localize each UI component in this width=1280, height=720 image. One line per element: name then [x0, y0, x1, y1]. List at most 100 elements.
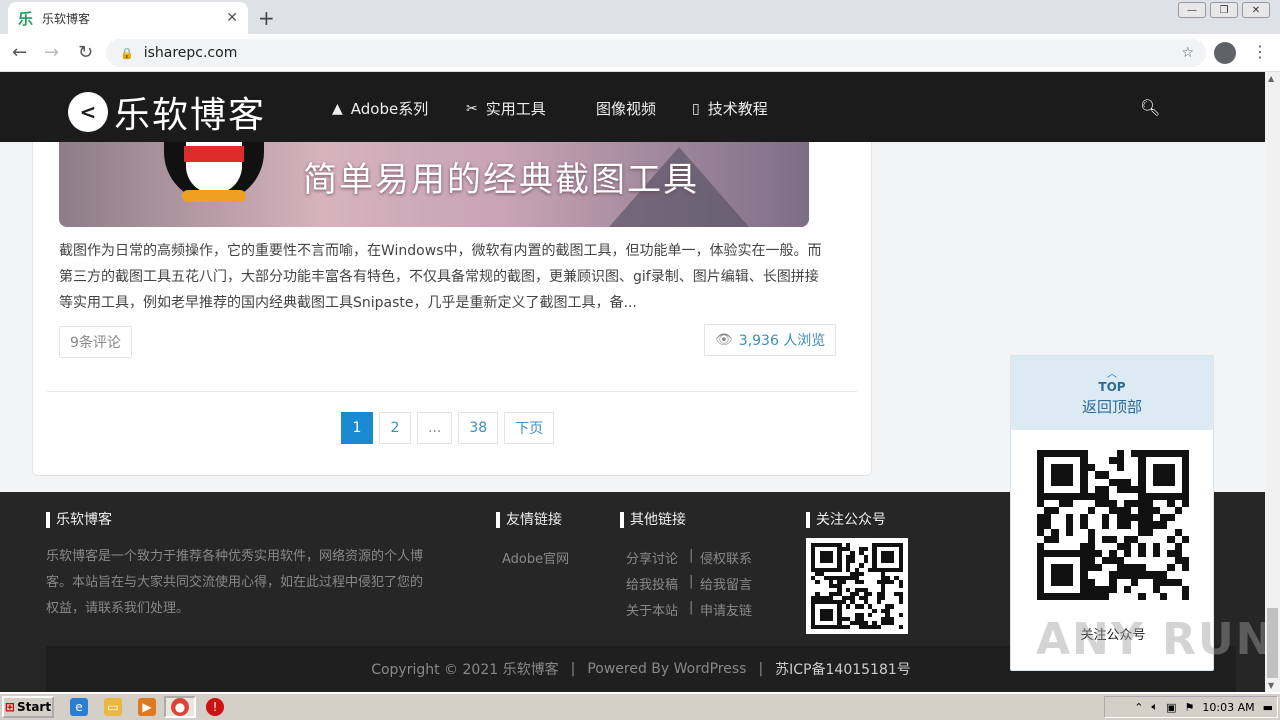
show-desktop-icon[interactable]: ▬: [1263, 701, 1273, 714]
penguin-image: [164, 142, 264, 202]
lock-icon: 🔒: [120, 46, 134, 60]
footer-about-text: 乐软博客是一个致力于推荐各种优秀实用软件，网络资源的个人博客。本站旨在与大家共同…: [46, 549, 424, 616]
back-to-top-button[interactable]: ︿ TOP 返回顶部: [1011, 356, 1213, 430]
site-header: < 乐软博客 ▲ Adobe系列 ✂ 实用工具 图像视频 ▯ 技术教程 🔍︎: [0, 72, 1265, 142]
close-window-button[interactable]: ✕: [1242, 2, 1270, 18]
top-label: TOP: [1098, 379, 1126, 394]
comments-badge[interactable]: 9条评论: [59, 326, 132, 358]
article-excerpt: 截图作为日常的高频操作，它的重要性不言而喻，在Windows中，微软有内置的截图…: [59, 243, 822, 311]
site-logo[interactable]: < 乐软博客: [68, 86, 266, 138]
account-icon[interactable]: [1214, 42, 1236, 64]
footer-other-title: 其他链接: [620, 512, 686, 528]
share-icon: <: [68, 92, 108, 132]
nav-item-adobe[interactable]: ▲ Adobe系列: [332, 98, 428, 119]
page-button-2[interactable]: 2: [379, 412, 411, 444]
footer-separator: |: [689, 548, 694, 563]
back-to-top-label: 返回顶部: [1081, 397, 1142, 416]
browser-toolbar: ← → ↻ 🔒 isharepc.com ☆ ⋮: [0, 34, 1280, 72]
footer-separator: |: [689, 574, 694, 589]
tools-icon: ✂: [466, 100, 478, 117]
chrome-taskbar-button[interactable]: ●: [164, 696, 196, 718]
divider: [47, 391, 857, 392]
pagination: 1 2 ... 38 下页: [341, 412, 555, 444]
footer-link[interactable]: 申请友链: [700, 600, 752, 619]
footer-follow-title: 关注公众号: [806, 512, 886, 528]
page-button-1[interactable]: 1: [341, 412, 373, 444]
menu-kebab-icon[interactable]: ⋮: [1252, 42, 1268, 61]
qr-grid: [811, 543, 903, 629]
scroll-down-icon[interactable]: ▼: [1268, 681, 1274, 690]
article-card: 简单易用的经典截图工具 截图作为日常的高频操作，它的重要性不言而喻，在Windo…: [32, 142, 872, 476]
qr-grid: [1037, 450, 1189, 600]
nav-label: 图像视频: [596, 100, 657, 118]
flag-icon[interactable]: ⚑: [1185, 701, 1195, 714]
favicon-icon: 乐: [18, 9, 34, 28]
footer-link[interactable]: 分享讨论: [626, 548, 678, 567]
powered-by-text[interactable]: Powered By WordPress: [587, 661, 746, 677]
footer-link[interactable]: 侵权联系: [700, 548, 752, 567]
start-label: Start: [16, 700, 52, 714]
footer-friends-title: 友情链接: [496, 512, 562, 528]
nav-item-tools[interactable]: ✂ 实用工具: [466, 98, 546, 119]
browser-tab-bar: 乐 乐软博客 ✕ + — ❐ ✕: [0, 0, 1280, 34]
new-tab-button[interactable]: +: [258, 6, 275, 30]
browser-tab[interactable]: 乐 乐软博客 ✕: [8, 2, 248, 34]
footer-link[interactable]: 关于本站: [626, 600, 678, 619]
chevron-up-icon: ︿: [1107, 368, 1117, 380]
nav-item-tutorials[interactable]: ▯ 技术教程: [692, 98, 768, 119]
url-text: isharepc.com: [143, 45, 238, 61]
anyrun-watermark: ANY RUN: [1036, 614, 1275, 665]
icp-license-link[interactable]: 苏ICP备14015181号: [775, 659, 911, 679]
page-scrollbar[interactable]: ▲ ▼: [1265, 72, 1280, 692]
restore-button[interactable]: ❐: [1210, 2, 1238, 18]
tab-title: 乐软博客: [42, 11, 91, 26]
page-button-38[interactable]: 38: [458, 412, 499, 444]
forward-arrow-icon[interactable]: →: [44, 42, 59, 63]
network-icon[interactable]: ▣: [1166, 701, 1176, 714]
views-count: 3,936 人浏览: [738, 333, 826, 349]
volume-icon[interactable]: 🔈︎: [1151, 700, 1158, 714]
footer-separator: |: [758, 661, 764, 677]
search-icon[interactable]: 🔍︎: [1140, 98, 1160, 117]
footer-link[interactable]: 给我留言: [700, 574, 752, 593]
system-tray: ⌃ 🔈︎ ▣ ⚑ 10:03 AM ▬: [1104, 696, 1278, 718]
warning-app-icon[interactable]: !: [206, 698, 224, 716]
bookmark-star-icon[interactable]: ☆: [1181, 45, 1194, 61]
footer-link-adobe[interactable]: Adobe官网: [502, 548, 569, 567]
scroll-up-icon[interactable]: ▲: [1268, 74, 1274, 83]
scrollbar-thumb[interactable]: [1267, 608, 1278, 678]
back-arrow-icon[interactable]: ←: [12, 42, 27, 63]
ie-icon[interactable]: e: [70, 698, 88, 716]
next-page-button[interactable]: 下页: [504, 412, 555, 444]
nav-item-image-video[interactable]: 图像视频: [596, 98, 656, 119]
folder-icon[interactable]: ▭: [104, 698, 122, 716]
minimize-button[interactable]: —: [1178, 2, 1206, 18]
adobe-icon: ▲: [332, 100, 343, 117]
comments-count: 9条评论: [70, 335, 121, 351]
eye-icon: 👁︎: [715, 332, 733, 348]
window-controls: — ❐ ✕: [1178, 2, 1270, 18]
tray-expand-icon[interactable]: ⌃: [1134, 701, 1143, 714]
wechat-qr-code-small: [806, 538, 908, 634]
logo-text: 乐软博客: [114, 95, 267, 136]
media-player-icon[interactable]: ▶: [138, 698, 156, 716]
reload-icon[interactable]: ↻: [78, 42, 93, 63]
start-button[interactable]: ⊞ Start: [2, 696, 54, 718]
copyright-text: Copyright © 2021 乐软博客: [371, 662, 559, 678]
nav-label: Adobe系列: [350, 100, 429, 118]
windows-taskbar: ⊞ Start e ▭ ▶ ● ! ⌃ 🔈︎ ▣ ⚑ 10:03 AM ▬: [0, 692, 1280, 720]
clock: 10:03 AM: [1202, 700, 1255, 714]
banner-text: 简单易用的经典截图工具: [303, 160, 699, 200]
page-ellipsis: ...: [417, 412, 453, 444]
address-bar[interactable]: 🔒 isharepc.com ☆: [106, 39, 1206, 67]
tab-close-icon[interactable]: ✕: [226, 10, 238, 26]
footer-separator: |: [689, 600, 694, 615]
article-banner-image[interactable]: 简单易用的经典截图工具: [59, 142, 809, 227]
footer-separator: |: [570, 661, 576, 677]
footer-link[interactable]: 给我投稿: [626, 574, 678, 593]
nav-label: 实用工具: [485, 100, 546, 118]
views-badge: 👁︎ 3,936 人浏览: [704, 324, 837, 356]
book-icon: ▯: [692, 100, 700, 117]
footer-about-title: 乐软博客: [46, 512, 112, 528]
windows-logo-icon: ⊞: [4, 700, 15, 714]
